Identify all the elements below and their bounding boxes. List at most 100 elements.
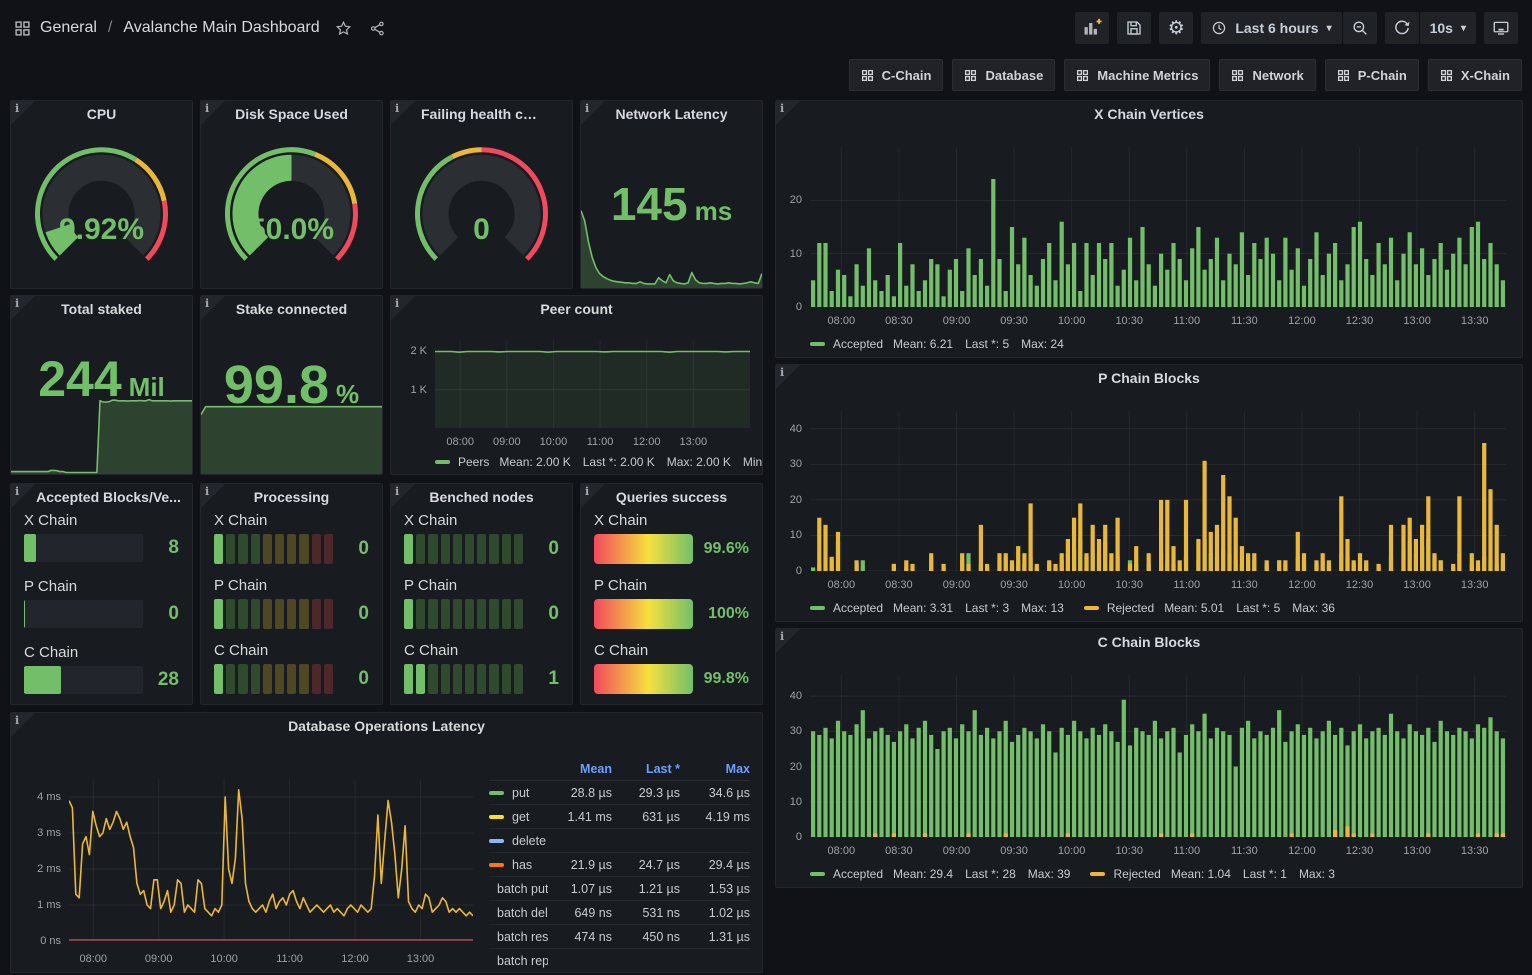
dashboard-link-network[interactable]: Network xyxy=(1219,59,1315,91)
panel-title[interactable]: Stake connected xyxy=(231,301,352,317)
disk-gauge[interactable] xyxy=(201,127,382,282)
legend-row-batch-delete[interactable]: batch delete649 ns531 ns1.02 µs xyxy=(489,901,750,925)
row-label: X Chain xyxy=(404,512,559,529)
panel-info-icon[interactable]: i xyxy=(201,484,225,508)
gauge-segment xyxy=(441,534,450,564)
panel-queries-success: i Queries success X Chain 99.6% P Chain … xyxy=(580,483,763,705)
gauge-segment xyxy=(238,534,247,564)
panel-title[interactable]: CPU xyxy=(41,106,162,122)
axis-tick-label: 11:00 xyxy=(1173,845,1200,857)
db-latency-chart[interactable] xyxy=(69,779,473,941)
axis-tick-label: 11:30 xyxy=(1231,845,1258,857)
refresh-button[interactable] xyxy=(1385,12,1419,44)
dashboard-link-c-chain[interactable]: C-Chain xyxy=(849,59,944,91)
panel-info-icon[interactable]: i xyxy=(391,296,415,320)
axis-tick-label: 12:00 xyxy=(1288,845,1316,857)
panel-title[interactable]: Processing xyxy=(231,489,352,505)
chart-legend[interactable]: Peers Mean: 2.00 K Last *: 2.00 K Max: 2… xyxy=(435,455,763,469)
axis-tick-label: 1 ms xyxy=(37,899,61,911)
legend-row-batch-reset[interactable]: batch reset474 ns450 ns1.31 µs xyxy=(489,925,750,949)
axis-tick-label: 08:00 xyxy=(828,315,856,327)
legend-swatch xyxy=(489,815,504,819)
panel-info-icon[interactable]: i xyxy=(11,296,35,320)
row-value: 99.8% xyxy=(703,670,749,688)
refresh-interval-picker[interactable]: 10s ▾ xyxy=(1420,12,1476,44)
panel-info-icon[interactable]: i xyxy=(391,101,415,125)
panel-info-icon[interactable]: i xyxy=(776,365,800,389)
panel-title[interactable]: X Chain Vertices xyxy=(806,106,1492,122)
stake-connected-sparkline[interactable] xyxy=(201,356,382,474)
axis-tick-label: 10:30 xyxy=(1115,315,1143,327)
dashboard-link-p-chain[interactable]: P-Chain xyxy=(1325,59,1419,91)
breadcrumb-folder[interactable]: General xyxy=(40,19,97,37)
panel-disk-space: i Disk Space Used 50.0% xyxy=(200,100,383,289)
time-range-picker[interactable]: Last 6 hours ▾ xyxy=(1201,12,1341,44)
panel-info-icon[interactable]: i xyxy=(581,484,605,508)
legend-swatch xyxy=(489,863,504,867)
gauge-segment xyxy=(214,664,223,694)
row-label: X Chain xyxy=(214,512,369,529)
network-latency-sparkline[interactable] xyxy=(581,208,762,288)
dashboard-grid-icon[interactable] xyxy=(14,20,31,37)
p-chain-blocks-chart[interactable] xyxy=(810,411,1506,571)
chart-legend[interactable]: Accepted Mean: 6.21 Last *: 5 Max: 24 xyxy=(810,337,1068,351)
gauge-segment xyxy=(428,664,437,694)
panel-title[interactable]: C Chain Blocks xyxy=(806,634,1492,650)
legend-row-put[interactable]: put28.8 µs29.3 µs34.6 µs xyxy=(489,781,750,805)
star-icon[interactable] xyxy=(335,20,352,37)
panel-title[interactable]: Peer count xyxy=(421,301,732,317)
zoom-out-time-button[interactable] xyxy=(1343,12,1377,44)
panel-title[interactable]: Queries success xyxy=(611,489,732,505)
legend-row-has[interactable]: has21.9 µs24.7 µs29.4 µs xyxy=(489,853,750,877)
chart-legend[interactable]: Accepted Mean: 29.4 Last *: 28 Max: 39 R… xyxy=(810,867,1339,881)
panel-info-icon[interactable]: i xyxy=(11,101,35,125)
axis-tick-label: 09:30 xyxy=(1000,845,1028,857)
c-chain-blocks-chart[interactable] xyxy=(810,675,1506,837)
gauge-segment xyxy=(251,664,260,694)
panel-info-icon[interactable]: i xyxy=(581,101,605,125)
axis-tick-label: 11:30 xyxy=(1231,579,1258,591)
axis-tick-label: 0 xyxy=(796,831,802,843)
panel-info-icon[interactable]: i xyxy=(201,296,225,320)
axis-tick-label: 10 xyxy=(790,796,802,808)
legend-row-batch-put[interactable]: batch put1.07 µs1.21 µs1.53 µs xyxy=(489,877,750,901)
share-icon[interactable] xyxy=(369,20,386,37)
cycle-view-mode-button[interactable] xyxy=(1484,12,1518,44)
panel-info-icon[interactable]: i xyxy=(201,101,225,125)
panel-title[interactable]: Failing health checks xyxy=(421,106,542,122)
panel-title[interactable]: Accepted Blocks/Ve... xyxy=(35,489,182,505)
health-gauge[interactable] xyxy=(391,127,572,282)
panel-title[interactable]: Benched nodes xyxy=(421,489,542,505)
legend-table-header[interactable]: Mean Last * Max xyxy=(489,757,750,781)
panel-info-icon[interactable]: i xyxy=(776,101,800,125)
panel-info-icon[interactable]: i xyxy=(776,629,800,653)
dashboard-title[interactable]: Avalanche Main Dashboard xyxy=(123,19,319,37)
legend-row-get[interactable]: get1.41 ms631 µs4.19 ms xyxy=(489,805,750,829)
dashboard-link-x-chain[interactable]: X-Chain xyxy=(1428,59,1522,91)
save-dashboard-button[interactable] xyxy=(1117,12,1151,44)
peer-count-chart[interactable] xyxy=(435,340,750,428)
panel-title[interactable]: Disk Space Used xyxy=(231,106,352,122)
panel-title[interactable]: Total staked xyxy=(41,301,162,317)
dashboard-link-machine-metrics[interactable]: Machine Metrics xyxy=(1064,59,1210,91)
legend-row-delete[interactable]: delete xyxy=(489,829,750,853)
panel-title[interactable]: P Chain Blocks xyxy=(806,370,1492,386)
segment-gauge xyxy=(404,599,523,629)
panel-info-icon[interactable]: i xyxy=(11,713,35,737)
panel-info-icon[interactable]: i xyxy=(391,484,415,508)
cpu-gauge[interactable] xyxy=(11,127,192,282)
add-panel-button[interactable] xyxy=(1075,12,1109,44)
total-staked-sparkline[interactable] xyxy=(11,354,192,474)
panel-title[interactable]: Network Latency xyxy=(611,106,732,122)
legend-row-batch-replay[interactable]: batch replay xyxy=(489,949,750,972)
x-chain-vertices-chart[interactable] xyxy=(810,147,1506,307)
panel-info-icon[interactable]: i xyxy=(11,484,35,508)
chart-legend[interactable]: Accepted Mean: 3.31 Last *: 3 Max: 13 Re… xyxy=(810,601,1339,615)
bar-gauge xyxy=(24,666,143,694)
axis-tick-label: 08:30 xyxy=(885,315,913,327)
panel-title[interactable]: Database Operations Latency xyxy=(41,718,732,734)
legend-swatch xyxy=(810,606,825,610)
dashboard-link-database[interactable]: Database xyxy=(952,59,1055,91)
legend-swatch xyxy=(810,342,825,346)
dashboard-settings-button[interactable]: ⚙ xyxy=(1159,12,1193,44)
